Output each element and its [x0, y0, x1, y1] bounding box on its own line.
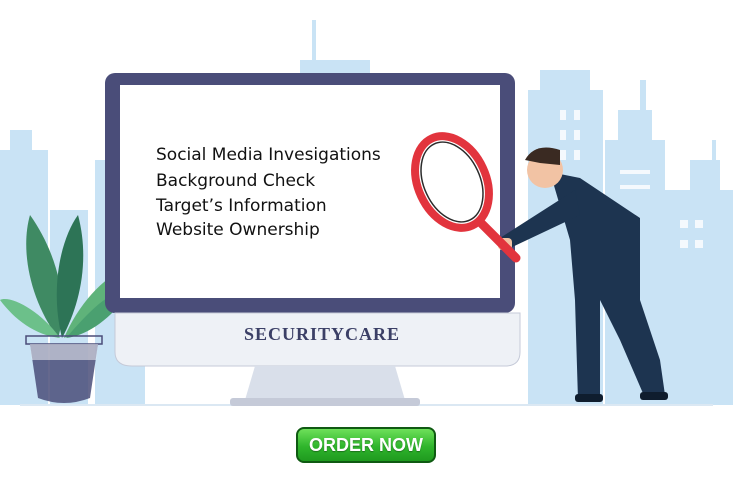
brand-wordmark: SECURITYCARE — [243, 324, 401, 344]
order-now-button[interactable]: ORDER NOW — [296, 427, 436, 463]
screen-text-target-information: Target’s Information — [156, 196, 327, 216]
illustration-scene — [0, 20, 733, 406]
screen-text-background-check: Background Check — [156, 171, 316, 191]
screen-text-website-ownership: Website Ownership — [156, 220, 320, 240]
screen-text-social-media: Social Media Invesigations — [156, 145, 381, 165]
